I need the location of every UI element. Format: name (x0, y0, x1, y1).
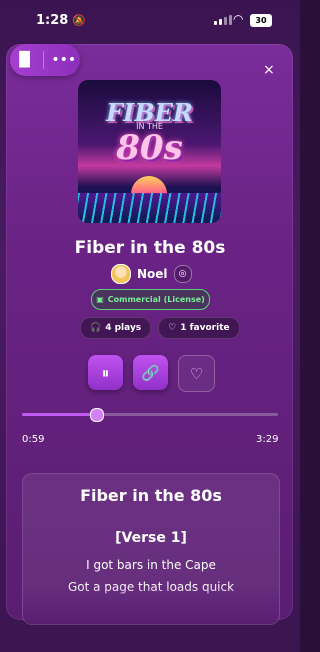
favorite-button[interactable]: ♡ (178, 355, 215, 392)
status-bar: 1:28 🔕 ◠ 30 (0, 0, 300, 40)
progress-slider[interactable] (22, 408, 278, 422)
album-cover: FIBER IN THE 80s (78, 80, 221, 223)
cover-road (78, 193, 221, 223)
close-icon[interactable]: × (263, 62, 275, 78)
stats-row: 🎧 4 plays ♡ 1 favorite (80, 317, 240, 339)
license-label: Commercial (License) (107, 295, 205, 304)
status-time: 1:28 (36, 13, 69, 28)
elapsed-time: 0:59 (22, 434, 45, 445)
avatar[interactable] (111, 264, 131, 284)
lyrics-line: I got bars in the Cape (86, 558, 216, 572)
heart-outline-icon: ♡ (168, 323, 177, 333)
lyrics-section: [Verse 1] (115, 530, 187, 546)
user-badge-icon[interactable]: ◎ (173, 265, 192, 283)
progress-fill (22, 413, 97, 416)
more-icon[interactable]: ••• (51, 52, 76, 68)
lyrics-card[interactable]: Fiber in the 80s [Verse 1] I got bars in… (22, 473, 280, 625)
song-title: Fiber in the 80s (74, 238, 226, 258)
wifi-icon: ◠ (233, 12, 244, 26)
total-time: 3:29 (256, 434, 279, 445)
license-icon: ▣ (96, 295, 104, 304)
pause-button[interactable]: ⏸ (88, 355, 123, 390)
pause-icon: ⏸ (101, 363, 110, 382)
share-link-button[interactable]: 🔗 (133, 355, 168, 390)
divider (42, 51, 44, 69)
plays-count: 4 plays (105, 323, 142, 333)
cover-sun (131, 176, 167, 194)
progress-handle[interactable] (90, 408, 105, 422)
signal-icon (214, 15, 232, 25)
artist-name[interactable]: Noel (137, 267, 168, 281)
favorites-count: 1 favorite (180, 323, 230, 333)
headphones-icon: 🎧 (90, 323, 102, 333)
bell-muted-icon: 🔕 (72, 14, 86, 27)
heart-icon: ♡ (189, 364, 204, 383)
cover-title-big: 80s (116, 128, 183, 168)
battery-icon: 30 (250, 14, 272, 27)
floating-controls[interactable]: ▐▌ ••• (10, 44, 80, 76)
waveform-icon[interactable]: ▐▌ (14, 52, 36, 68)
favorites-chip[interactable]: ♡ 1 favorite (158, 317, 240, 339)
lyrics-title: Fiber in the 80s (80, 486, 222, 505)
playback-controls: ⏸ 🔗 ♡ (88, 355, 215, 392)
plays-chip: 🎧 4 plays (80, 317, 152, 339)
license-badge[interactable]: ▣ Commercial (License) (91, 289, 210, 310)
artist-row[interactable]: Noel ◎ (111, 264, 192, 284)
link-icon: 🔗 (141, 363, 160, 382)
lyrics-fade (23, 584, 279, 624)
